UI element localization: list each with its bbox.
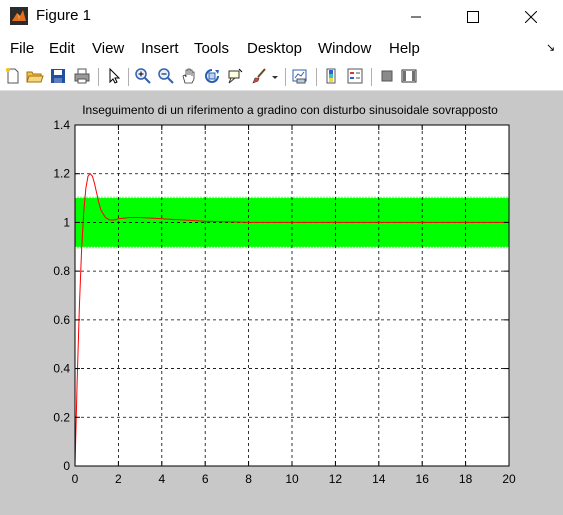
open-file-icon[interactable] <box>26 67 44 85</box>
x-tick-label: 4 <box>158 472 165 486</box>
pan-icon[interactable] <box>180 67 198 85</box>
toolbar-separator <box>316 68 317 86</box>
legend-icon[interactable] <box>346 67 364 85</box>
x-tick-label: 18 <box>459 472 473 486</box>
save-icon[interactable] <box>49 67 67 85</box>
data-cursor-icon[interactable] <box>226 67 244 85</box>
plot-title: Inseguimento di un riferimento a gradino… <box>82 103 498 117</box>
figure-toolbar <box>0 64 563 91</box>
zoom-in-icon[interactable] <box>134 67 152 85</box>
y-tick-label: 0.4 <box>53 362 70 376</box>
new-figure-icon[interactable] <box>4 67 22 85</box>
window-title: Figure 1 <box>36 7 92 24</box>
close-button[interactable] <box>508 0 554 33</box>
y-tick-label: 0.6 <box>53 313 70 327</box>
x-tick-label: 2 <box>115 472 122 486</box>
minimize-button[interactable] <box>393 0 439 33</box>
toolbar-separator <box>98 68 99 86</box>
x-tick-label: 16 <box>416 472 430 486</box>
toolbar-separator <box>285 68 286 86</box>
link-plot-icon[interactable] <box>291 67 309 85</box>
line-chart[interactable]: Inseguimento di un riferimento a gradino… <box>0 91 563 515</box>
pointer-icon[interactable] <box>105 67 123 85</box>
close-icon <box>525 10 537 23</box>
y-tick-label: 0 <box>63 459 70 473</box>
toolbar-separator <box>128 68 129 86</box>
zoom-out-icon[interactable] <box>157 67 175 85</box>
colorbar-icon[interactable] <box>323 67 341 85</box>
menu-bar: File Edit View Insert Tools Desktop Wind… <box>0 36 563 62</box>
menu-insert[interactable]: Insert <box>141 40 179 57</box>
menu-tools[interactable]: Tools <box>194 40 229 57</box>
x-tick-label: 20 <box>502 472 516 486</box>
y-tick-label: 0.8 <box>53 264 70 278</box>
dock-arrow-icon[interactable]: ↘ <box>546 41 555 54</box>
minimize-icon <box>411 16 421 17</box>
y-tick-label: 1.4 <box>53 118 70 132</box>
x-tick-label: 8 <box>245 472 252 486</box>
maximize-button[interactable] <box>450 0 496 33</box>
window-titlebar: Figure 1 <box>0 0 563 33</box>
menu-desktop[interactable]: Desktop <box>247 40 302 57</box>
x-tick-label: 6 <box>202 472 209 486</box>
toolbar-separator <box>371 68 372 86</box>
y-tick-label: 1.2 <box>53 167 70 181</box>
y-tick-label: 0.2 <box>53 410 70 424</box>
y-tick-label: 1 <box>63 215 70 229</box>
x-tick-label: 14 <box>372 472 386 486</box>
x-tick-label: 12 <box>329 472 343 486</box>
menu-edit[interactable]: Edit <box>49 40 75 57</box>
rotate-3d-icon[interactable] <box>203 67 221 85</box>
x-tick-label: 10 <box>285 472 299 486</box>
maximize-icon <box>467 10 479 23</box>
menu-view[interactable]: View <box>92 40 124 57</box>
x-tick-label: 0 <box>72 472 79 486</box>
menu-file[interactable]: File <box>10 40 34 57</box>
show-plot-tools-icon[interactable] <box>400 67 418 85</box>
matlab-logo-icon <box>10 7 28 25</box>
menu-help[interactable]: Help <box>389 40 420 57</box>
hide-plot-tools-icon[interactable] <box>378 67 396 85</box>
print-icon[interactable] <box>73 67 91 85</box>
menu-window[interactable]: Window <box>318 40 371 57</box>
brush-dropdown-icon[interactable] <box>271 67 279 85</box>
brush-icon[interactable] <box>250 67 268 85</box>
